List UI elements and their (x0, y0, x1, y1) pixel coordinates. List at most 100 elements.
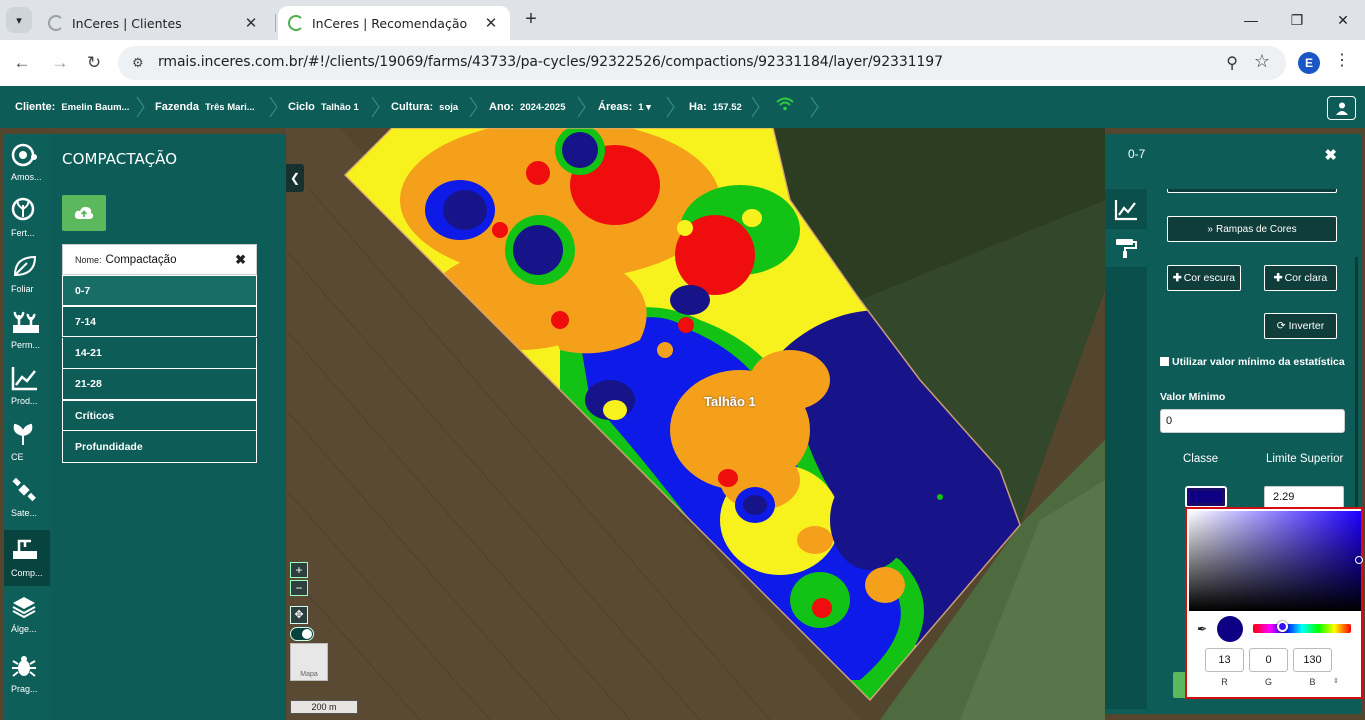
panel-title: COMPACTAÇÃO (62, 150, 178, 168)
tab-search-button[interactable]: ▾ (6, 7, 32, 33)
inceres-favicon-icon (48, 15, 64, 31)
site-info-icon[interactable]: ⚙ (132, 55, 150, 71)
blue-label: B (1309, 677, 1316, 687)
rail-item-algebra[interactable]: Álge... (4, 586, 50, 642)
rail-label: Fert... (11, 228, 35, 238)
light-color-button[interactable]: ✚ Cor clara (1264, 265, 1337, 291)
samples-icon (11, 143, 37, 167)
rail-item-amostras[interactable]: Amos... (4, 134, 50, 190)
rail-item-ce[interactable]: CE (4, 414, 50, 470)
rail-label: Comp... (11, 568, 43, 578)
plus-icon: ✚ (1172, 272, 1182, 284)
chevrons-down-icon: » (1207, 223, 1213, 235)
profile-avatar[interactable]: E (1298, 52, 1320, 74)
new-tab-button[interactable]: + (520, 8, 542, 32)
productivity-chart-icon (11, 367, 37, 391)
upper-limit-input[interactable]: 2.29 (1264, 486, 1344, 508)
upload-button[interactable] (62, 195, 106, 231)
forward-button[interactable]: → (48, 51, 72, 75)
close-tab-icon[interactable]: ✕ (482, 14, 500, 32)
close-window-button[interactable]: ✕ (1328, 8, 1358, 32)
user-menu-button[interactable] (1327, 96, 1356, 120)
eyedropper-icon[interactable]: ✒ (1197, 622, 1207, 636)
saturation-value-area[interactable] (1189, 511, 1361, 611)
zoom-out-button[interactable]: − (290, 580, 308, 596)
breadcrumb-chevrons (136, 96, 819, 118)
browser-tab-recomendacao[interactable]: InCeres | Recomendação ✕ (278, 6, 510, 40)
refresh-icon: ⟳ (1276, 320, 1286, 332)
browser-menu-icon[interactable]: ⋮ (1334, 50, 1350, 70)
use-min-stat-checkbox[interactable]: Utilizar valor mínimo da estatística (1160, 355, 1350, 369)
name-filter[interactable]: Nome: Compactação ✖ (62, 244, 257, 275)
bookmark-star-icon[interactable]: ☆ (1254, 51, 1270, 72)
rail-item-pragas[interactable]: Prag... (4, 646, 50, 702)
rail-label: Prod... (11, 396, 38, 406)
format-switch-icon[interactable]: ⇕ (1333, 677, 1339, 685)
layer-item[interactable]: 0-7 (62, 275, 257, 306)
collapse-panel-button[interactable]: ❮ (286, 164, 304, 192)
minimize-button[interactable]: — (1236, 8, 1266, 32)
tab-title: InCeres | Recomendação (312, 15, 468, 31)
rail-item-permanente[interactable]: Perm... (4, 302, 50, 358)
rail-label: Álge... (11, 624, 37, 634)
blue-input[interactable]: 130 (1293, 648, 1332, 672)
invert-button[interactable]: ⟳ Inverter (1264, 313, 1337, 339)
rail-label: CE (11, 452, 24, 462)
style-panel-title: 0-7 (1128, 147, 1146, 161)
layer-item[interactable]: 14-21 (62, 338, 257, 369)
checkbox-label: Utilizar valor mínimo da estatística (1172, 356, 1345, 368)
leaf-icon (13, 255, 37, 277)
red-input[interactable]: 13 (1205, 648, 1244, 672)
swatch-fill (1190, 491, 1222, 503)
min-value-input[interactable]: 0 (1160, 409, 1345, 433)
tab-separator (275, 14, 276, 32)
tab-title: InCeres | Clientes (72, 15, 182, 31)
zoom-icon[interactable]: ⚲ (1226, 53, 1238, 73)
layer-item[interactable]: Críticos (62, 400, 257, 431)
close-panel-icon[interactable]: ✖ (1324, 146, 1337, 164)
plus-icon: ✚ (1273, 272, 1283, 284)
pan-move-icon[interactable]: ✥ (290, 606, 308, 624)
class-color-swatch[interactable] (1185, 486, 1227, 508)
layer-item[interactable]: 21-28 (62, 369, 257, 400)
rail-label: Prag... (11, 684, 38, 694)
tab-style-paint[interactable] (1105, 229, 1147, 267)
rail-item-foliar[interactable]: Foliar (4, 246, 50, 302)
close-tab-icon[interactable]: ✕ (242, 14, 260, 32)
reload-button[interactable]: ↻ (82, 51, 106, 75)
hue-handle[interactable] (1277, 621, 1288, 632)
checkbox-box[interactable] (1160, 357, 1169, 366)
rail-label: Perm... (11, 340, 41, 350)
layer-item[interactable]: 7-14 (62, 306, 257, 337)
layer-visibility-toggle[interactable] (290, 627, 314, 641)
color-ramps-button[interactable]: » Rampas de Cores (1167, 216, 1337, 242)
fertility-icon (11, 197, 35, 221)
hue-slider[interactable] (1253, 624, 1351, 633)
zoom-in-button[interactable]: + (290, 562, 308, 578)
style-panel-tabs (1105, 189, 1147, 709)
light-color-label: Cor clara (1284, 272, 1328, 284)
address-bar[interactable]: ⚙ rmais.inceres.com.br/#!/clients/19069/… (118, 46, 1286, 80)
rail-item-compactacao[interactable]: Comp... (4, 530, 50, 586)
rail-item-satelite[interactable]: Sate... (4, 470, 50, 526)
restore-button[interactable]: ❐ (1282, 8, 1312, 32)
layer-item[interactable]: Profundidade (62, 431, 257, 463)
field-label[interactable]: Talhão 1 (704, 394, 756, 409)
rail-item-produtividade[interactable]: Prod... (4, 358, 50, 414)
browser-tab-clientes[interactable]: InCeres | Clientes ✕ (38, 6, 270, 40)
green-input[interactable]: 0 (1249, 648, 1288, 672)
dark-color-button[interactable]: ✚ Cor escura (1167, 265, 1241, 291)
tab-statistics[interactable] (1105, 191, 1147, 229)
back-button[interactable]: ← (10, 51, 34, 75)
saturation-handle[interactable] (1355, 556, 1363, 564)
url-text: rmais.inceres.com.br/#!/clients/19069/fa… (158, 54, 943, 70)
basemap-label: Mapa (300, 671, 318, 678)
clear-filter-icon[interactable]: ✖ (235, 252, 246, 268)
cloud-upload-icon (74, 206, 94, 219)
rail-label: Foliar (11, 284, 34, 294)
dark-color-label: Cor escura (1183, 272, 1236, 284)
color-picker: ✒ 13 0 130 R G B ⇕ (1185, 507, 1363, 699)
rail-item-fertilidade[interactable]: Fert... (4, 190, 50, 246)
module-rail: Amos... Fert... Foliar Perm... Prod... C… (4, 134, 50, 720)
basemap-switcher[interactable]: Mapa (290, 643, 328, 681)
